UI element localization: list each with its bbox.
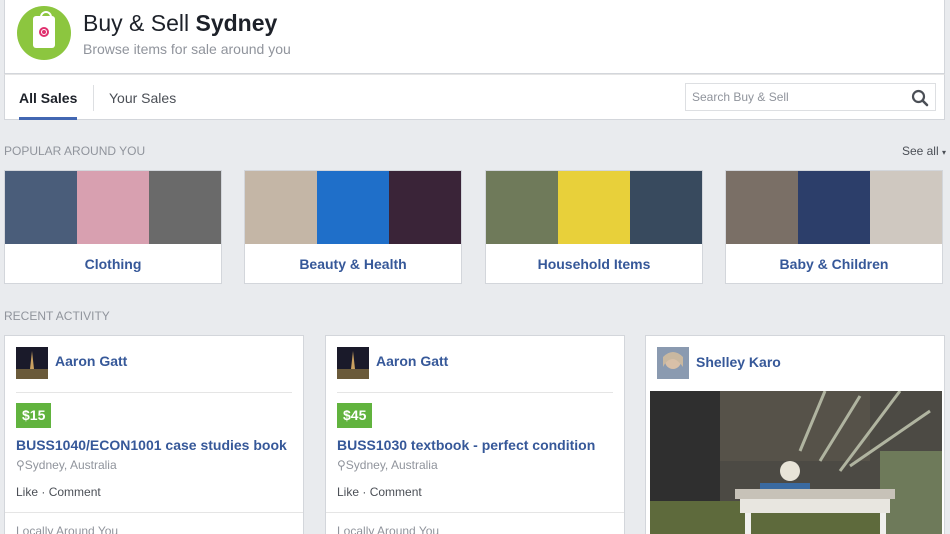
comment-button[interactable]: Comment bbox=[49, 485, 101, 499]
card-footer-text: Locally Around You bbox=[16, 524, 119, 534]
page-title: Buy & Sell Sydney bbox=[83, 10, 277, 37]
category-thumbnail bbox=[245, 171, 317, 244]
category-card-household-items[interactable]: Household Items bbox=[485, 170, 703, 284]
card-footer-divider bbox=[5, 512, 303, 513]
category-thumbnails bbox=[245, 171, 461, 244]
listing-title[interactable]: BUSS1040/ECON1001 case studies book bbox=[16, 437, 287, 453]
category-thumbnail bbox=[558, 171, 630, 244]
tab-your-sales[interactable]: Your Sales bbox=[109, 75, 176, 120]
user-avatar[interactable] bbox=[16, 347, 48, 379]
category-card-clothing[interactable]: Clothing bbox=[4, 170, 222, 284]
category-label: Baby & Children bbox=[779, 256, 889, 272]
popular-heading: POPULAR AROUND YOU bbox=[4, 144, 146, 158]
title-city: Sydney bbox=[195, 10, 278, 36]
price-badge: $45 bbox=[337, 403, 373, 428]
category-thumbnail bbox=[486, 171, 558, 244]
title-prefix: Buy & Sell bbox=[83, 10, 190, 36]
category-thumbnail bbox=[726, 171, 798, 244]
location-pin-icon: ⚲ bbox=[16, 458, 25, 472]
search-box bbox=[685, 83, 936, 111]
category-thumbnails bbox=[726, 171, 942, 244]
card-divider bbox=[337, 392, 613, 393]
user-avatar[interactable] bbox=[337, 347, 369, 379]
page-header: Buy & Sell Sydney Browse items for sale … bbox=[4, 0, 945, 74]
seller-name[interactable]: Aaron Gatt bbox=[55, 353, 127, 369]
category-card-baby-children[interactable]: Baby & Children bbox=[725, 170, 943, 284]
listing-card: Aaron Gatt $15 BUSS1040/ECON1001 case st… bbox=[4, 335, 304, 534]
category-card-beauty-health[interactable]: Beauty & Health bbox=[244, 170, 462, 284]
category-thumbnail bbox=[77, 171, 149, 244]
card-footer-divider bbox=[326, 512, 624, 513]
listing-location: ⚲Sydney, Australia bbox=[337, 458, 438, 472]
see-all-label: See all bbox=[901, 144, 939, 158]
tab-all-sales[interactable]: All Sales bbox=[19, 75, 78, 120]
category-thumbnail bbox=[149, 171, 221, 244]
category-thumbnail bbox=[389, 171, 461, 244]
listing-actions: Like · Comment bbox=[337, 485, 422, 499]
location-pin-icon: ⚲ bbox=[337, 458, 346, 472]
category-label: Beauty & Health bbox=[299, 256, 407, 272]
action-separator: · bbox=[362, 485, 370, 499]
action-separator: · bbox=[41, 485, 49, 499]
listing-title[interactable]: BUSS1030 textbook - perfect condition bbox=[337, 437, 595, 453]
category-label: Clothing bbox=[84, 256, 142, 272]
listing-location: ⚲Sydney, Australia bbox=[16, 458, 117, 472]
see-all-link[interactable]: See all ▾ bbox=[902, 144, 946, 158]
location-text: Sydney, Australia bbox=[345, 458, 438, 472]
buy-sell-tag-logo-icon bbox=[17, 6, 71, 60]
like-button[interactable]: Like bbox=[16, 485, 38, 499]
tab-divider bbox=[93, 85, 94, 111]
category-thumbnail bbox=[798, 171, 870, 244]
listing-actions: Like · Comment bbox=[16, 485, 101, 499]
category-thumbnail bbox=[630, 171, 702, 244]
comment-button[interactable]: Comment bbox=[370, 485, 422, 499]
caret-down-icon: ▾ bbox=[941, 148, 946, 157]
seller-name[interactable]: Aaron Gatt bbox=[376, 353, 448, 369]
search-input[interactable] bbox=[686, 84, 896, 110]
category-label: Household Items bbox=[537, 256, 651, 272]
category-thumbnail bbox=[317, 171, 389, 244]
category-thumbnails bbox=[486, 171, 702, 244]
tab-bar: All Sales Your Sales bbox=[4, 74, 945, 120]
page-subtitle: Browse items for sale around you bbox=[83, 41, 291, 57]
recent-activity-heading: RECENT ACTIVITY bbox=[4, 309, 110, 323]
listing-photo[interactable] bbox=[650, 391, 942, 534]
like-button[interactable]: Like bbox=[337, 485, 359, 499]
listing-card: Shelley Karo bbox=[645, 335, 945, 534]
card-footer-text: Locally Around You bbox=[337, 524, 440, 534]
category-thumbnail bbox=[870, 171, 942, 244]
category-thumbnails bbox=[5, 171, 221, 244]
search-icon[interactable] bbox=[911, 89, 929, 107]
listing-card: Aaron Gatt $45 BUSS1030 textbook - perfe… bbox=[325, 335, 625, 534]
location-text: Sydney, Australia bbox=[24, 458, 117, 472]
seller-name[interactable]: Shelley Karo bbox=[696, 354, 781, 370]
category-thumbnail bbox=[5, 171, 77, 244]
user-avatar[interactable] bbox=[657, 347, 689, 379]
card-divider bbox=[16, 392, 292, 393]
price-badge: $15 bbox=[16, 403, 52, 428]
